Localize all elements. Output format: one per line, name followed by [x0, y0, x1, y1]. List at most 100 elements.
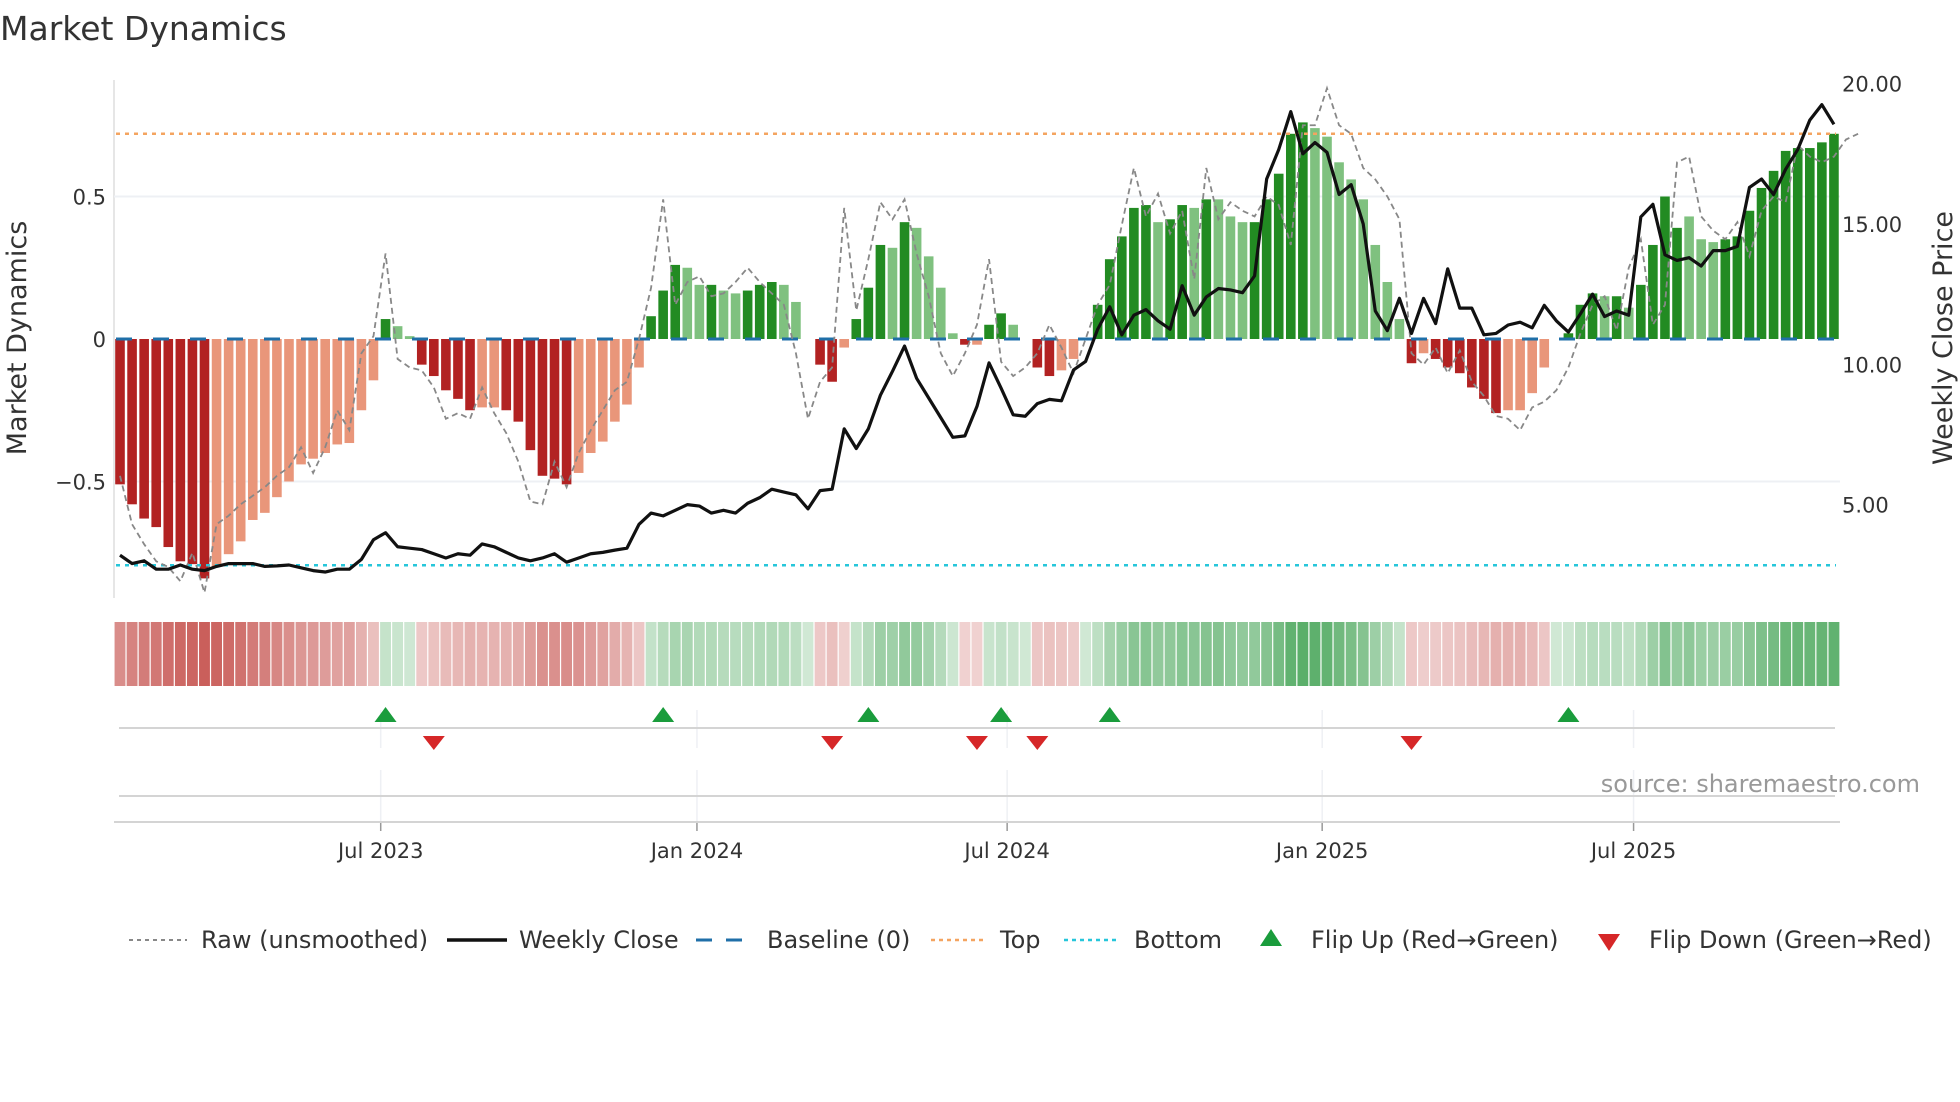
strip-cell: [1418, 622, 1429, 686]
strip-cell: [1502, 622, 1514, 686]
bar: [1141, 205, 1151, 339]
strip-cell: [1164, 622, 1176, 686]
bar: [634, 339, 644, 368]
strip-cell: [1285, 622, 1297, 686]
flip-down-marker: [1400, 736, 1423, 750]
y2-tick-label: 15.00: [1842, 213, 1902, 237]
strip-cell: [645, 622, 657, 686]
bar: [1720, 239, 1731, 339]
strip-cell: [211, 622, 222, 686]
strip-cell: [1237, 622, 1248, 686]
bar: [730, 293, 741, 339]
strip-cell: [1345, 622, 1357, 686]
strip-cell: [440, 622, 452, 686]
strip-cell: [1393, 622, 1405, 686]
strip-cell: [247, 622, 259, 686]
legend-close-label: Weekly Close: [519, 926, 679, 954]
bar: [670, 264, 681, 339]
bar: [441, 339, 451, 391]
bar: [1237, 222, 1248, 339]
bar: [1696, 239, 1706, 339]
flip-down-marker: [821, 736, 844, 750]
bar: [525, 339, 536, 451]
bar: [851, 319, 862, 339]
strip-cell: [368, 622, 379, 686]
strip-cell: [754, 622, 766, 686]
strip-cell: [331, 622, 343, 686]
strip-cell: [1321, 622, 1333, 686]
bar: [368, 339, 379, 381]
bar: [658, 290, 668, 339]
strip-cell: [1007, 622, 1019, 686]
bar: [260, 339, 270, 513]
bar: [1491, 339, 1501, 414]
flip-up-marker: [1098, 707, 1121, 722]
strip-cell: [730, 622, 742, 686]
strip-cell: [1562, 622, 1574, 686]
strip-cell: [150, 622, 162, 686]
strip-cell: [1780, 622, 1792, 686]
y2-tick-label: 20.00: [1842, 73, 1902, 97]
bar: [247, 339, 258, 520]
chart-title: Market Dynamics: [0, 9, 287, 48]
flip-down-marker: [422, 736, 445, 750]
x-tick-label: Jul 2024: [962, 839, 1049, 863]
strip-cell: [500, 622, 512, 686]
strip-cell: [1212, 622, 1224, 686]
strip-cell: [392, 622, 404, 686]
flip-up-marker: [1557, 707, 1580, 722]
strip-cell: [271, 622, 283, 686]
bar: [199, 339, 210, 579]
bar: [1201, 199, 1212, 339]
strip-cell: [126, 622, 138, 686]
strip-cell: [186, 622, 198, 686]
strip-cell: [971, 622, 983, 686]
bar: [815, 339, 825, 365]
market-dynamics-chart: Market Dynamics 0.5 0 −0.5 20.00 15.00 1…: [0, 9, 1959, 954]
strip-cell: [537, 622, 548, 686]
strip-cell: [1695, 622, 1707, 686]
strip-cell: [718, 622, 729, 686]
strip-cell: [1683, 622, 1695, 686]
bar: [187, 339, 198, 565]
x-tick-label: Jul 2023: [336, 839, 423, 863]
strip-cell: [114, 622, 126, 686]
strip-cell: [1828, 622, 1840, 686]
bar: [1660, 196, 1670, 339]
strip-cell: [705, 622, 717, 686]
strip-cell: [1647, 622, 1659, 686]
bar: [573, 339, 584, 473]
flip-down-marker: [965, 736, 988, 750]
strip-cell: [549, 622, 560, 686]
strip-cell: [464, 622, 476, 686]
strip-cell: [1804, 622, 1816, 686]
bar: [537, 339, 548, 476]
y-tick-label: 0: [93, 328, 106, 352]
strip-cell: [1816, 622, 1828, 686]
strip-cell: [597, 622, 609, 686]
legend-bottom-label: Bottom: [1134, 926, 1222, 954]
bar: [1539, 339, 1550, 368]
strip-cell: [1188, 622, 1200, 686]
bar: [151, 339, 162, 528]
bar: [1732, 236, 1743, 339]
bar: [598, 339, 608, 442]
strip-cell: [1466, 622, 1478, 686]
x-axis-ticks: Jul 2023 Jan 2024 Jul 2024 Jan 2025 Jul …: [336, 839, 1676, 863]
x-tick-label: Jul 2025: [1589, 839, 1676, 863]
bar: [465, 339, 475, 411]
bar: [1756, 187, 1767, 339]
bar: [948, 333, 958, 339]
bar: [429, 339, 439, 377]
bar: [175, 339, 186, 562]
bar: [610, 339, 620, 422]
strip-cell: [476, 622, 488, 686]
strip-cell: [1659, 622, 1671, 686]
strip-cell: [1176, 622, 1188, 686]
strip-cell: [1200, 622, 1212, 686]
strip-cell: [573, 622, 585, 686]
bar: [754, 284, 765, 339]
bar: [1406, 339, 1417, 364]
bar: [1805, 148, 1815, 339]
strip-cell: [790, 622, 802, 686]
